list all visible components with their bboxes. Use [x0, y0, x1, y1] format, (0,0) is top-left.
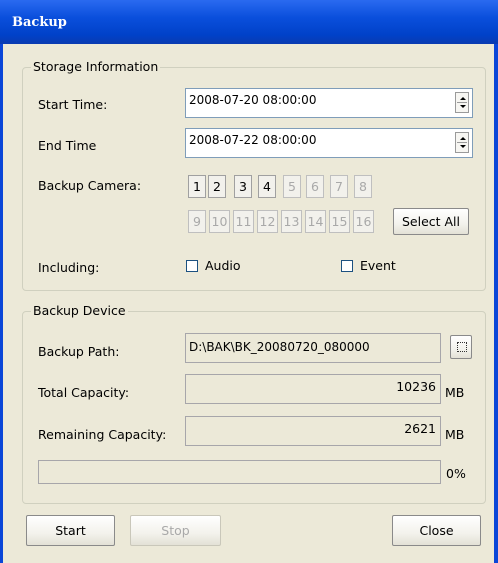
camera-toggle-4[interactable]: 4 — [258, 175, 276, 198]
browse-folder-icon — [457, 342, 467, 352]
camera-toggle-2[interactable]: 2 — [208, 175, 226, 198]
spin-updown-icon[interactable] — [455, 92, 469, 113]
camera-toggle-3[interactable]: 3 — [234, 175, 252, 198]
start-button[interactable]: Start — [26, 515, 115, 546]
remaining-capacity-label: Remaining Capacity: — [38, 427, 167, 442]
remaining-capacity-unit: MB — [445, 427, 465, 442]
window-border-right — [494, 44, 498, 563]
camera-toggle-16[interactable]: 16 — [353, 210, 374, 233]
camera-toggle-9[interactable]: 9 — [188, 210, 206, 233]
backup-path-label: Backup Path: — [38, 344, 120, 359]
camera-toggle-12[interactable]: 12 — [257, 210, 278, 233]
spin-updown-icon[interactable] — [455, 132, 469, 153]
end-time-field[interactable]: 2008-07-22 08:00:00 — [185, 128, 473, 158]
camera-toggle-8[interactable]: 8 — [354, 175, 372, 198]
window-border-left — [0, 44, 3, 563]
title-bar[interactable]: Backup — [0, 0, 498, 44]
camera-toggle-11[interactable]: 11 — [233, 210, 254, 233]
end-time-value: 2008-07-22 08:00:00 — [189, 133, 317, 147]
camera-toggle-7[interactable]: 7 — [330, 175, 348, 198]
camera-toggle-1[interactable]: 1 — [188, 175, 206, 198]
start-time-label: Start Time: — [38, 97, 108, 112]
total-capacity-field: 10236 — [185, 374, 441, 404]
window-title: Backup — [12, 15, 67, 30]
stop-button[interactable]: Stop — [130, 515, 221, 546]
event-checkbox[interactable] — [341, 260, 353, 272]
select-all-button[interactable]: Select All — [393, 208, 469, 235]
browse-button[interactable] — [450, 335, 472, 359]
camera-toggle-10[interactable]: 10 — [209, 210, 230, 233]
start-time-value: 2008-07-20 08:00:00 — [189, 93, 317, 107]
storage-group-title: Storage Information — [31, 59, 161, 74]
event-label[interactable]: Event — [360, 258, 396, 273]
backup-progress-bar — [38, 460, 441, 484]
start-time-field[interactable]: 2008-07-20 08:00:00 — [185, 88, 473, 118]
total-capacity-unit: MB — [445, 385, 465, 400]
including-label: Including: — [38, 260, 100, 275]
backup-window: Backup Storage Information Start Time: 2… — [0, 0, 498, 563]
camera-toggle-6[interactable]: 6 — [306, 175, 324, 198]
total-capacity-value: 10236 — [396, 379, 436, 394]
audio-label[interactable]: Audio — [205, 258, 241, 273]
total-capacity-label: Total Capacity: — [38, 385, 130, 400]
backup-camera-label: Backup Camera: — [38, 178, 142, 193]
camera-toggle-13[interactable]: 13 — [281, 210, 302, 233]
progress-percent: 0% — [446, 466, 466, 481]
backup-path-value: D:\BAK\BK_20080720_080000 — [189, 340, 370, 354]
remaining-capacity-value: 2621 — [404, 421, 436, 436]
end-time-label: End Time — [38, 138, 97, 153]
device-group-title: Backup Device — [31, 303, 128, 318]
close-button[interactable]: Close — [392, 515, 481, 546]
backup-path-field: D:\BAK\BK_20080720_080000 — [185, 333, 441, 363]
camera-toggle-5[interactable]: 5 — [283, 175, 301, 198]
audio-checkbox[interactable] — [186, 260, 198, 272]
camera-toggle-14[interactable]: 14 — [305, 210, 326, 233]
remaining-capacity-field: 2621 — [185, 416, 441, 446]
camera-toggle-15[interactable]: 15 — [329, 210, 350, 233]
